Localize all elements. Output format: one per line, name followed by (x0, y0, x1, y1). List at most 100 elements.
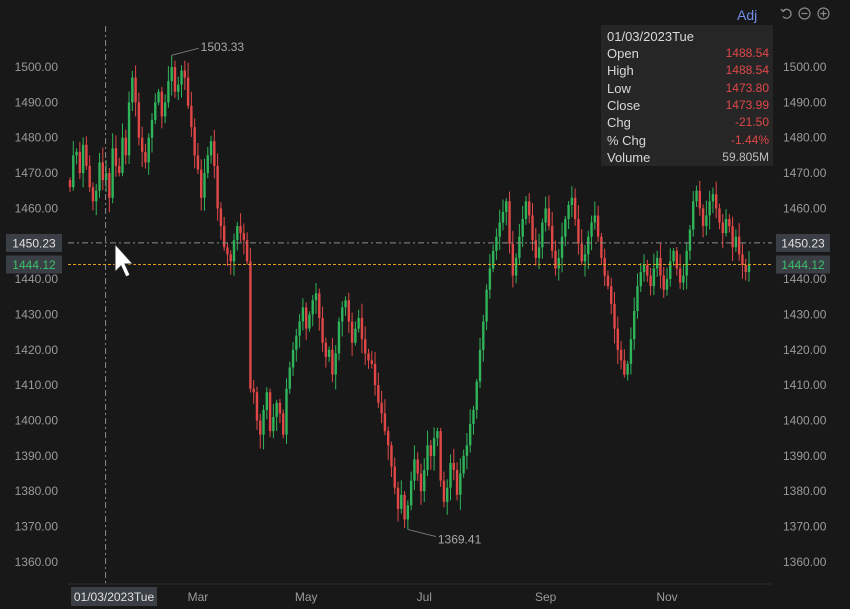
y-tick-label-right: 1400.00 (783, 414, 827, 428)
candle-body (498, 222, 501, 237)
candle-body (360, 317, 364, 340)
y-tick-label-left: 1390.00 (15, 449, 59, 463)
y-tick-label-right: 1490.00 (783, 95, 827, 109)
candle-body (150, 120, 154, 138)
candle-body (98, 162, 101, 191)
x-tick-label: Jul (417, 590, 432, 604)
undo-icon[interactable] (780, 7, 793, 20)
candle-body (183, 70, 187, 78)
candle-body (672, 250, 675, 262)
candle-body (695, 190, 698, 202)
info-label: High (607, 63, 634, 79)
candle-body (632, 310, 636, 340)
y-tick-label-right: 1500.00 (783, 60, 827, 74)
candle-body (295, 335, 298, 350)
candle-body (701, 208, 705, 227)
candle-body (386, 431, 390, 446)
candle-body (173, 67, 177, 92)
candle-body (741, 254, 744, 265)
candle-body (705, 215, 708, 227)
zoom-out-icon[interactable] (798, 7, 811, 20)
candle-body (564, 219, 567, 237)
candle-body (718, 208, 721, 223)
info-value: 1473.99 (725, 97, 769, 112)
candle-body (600, 236, 603, 258)
info-label: Chg (607, 115, 631, 131)
info-row-close: Close 1473.99 (607, 98, 769, 115)
info-label: Open (607, 46, 639, 61)
candle-body (714, 194, 718, 209)
candle-body (216, 165, 219, 209)
candle-body (304, 307, 308, 329)
candle-body (682, 275, 685, 283)
candle-body (127, 102, 131, 156)
crosshair-price-label-left: 1450.23 (12, 236, 56, 250)
candle-body (167, 81, 170, 103)
y-tick-label-right: 1360.00 (783, 555, 827, 569)
candle-body (180, 70, 183, 85)
candle-body (675, 250, 679, 269)
x-tick-label: Nov (656, 590, 677, 604)
y-tick-label-left: 1420.00 (15, 343, 59, 357)
candle-body (678, 268, 682, 283)
candle-body (610, 286, 613, 304)
candle-body (68, 180, 72, 188)
candle-body (747, 264, 751, 273)
candle-body (177, 84, 180, 92)
y-tick-label-left: 1480.00 (15, 131, 59, 145)
candle-body (491, 250, 495, 269)
candle-body (692, 201, 695, 230)
candle-body (613, 303, 616, 329)
candle-body (209, 141, 213, 156)
candle-body (318, 293, 321, 318)
y-tick-label-left: 1410.00 (15, 378, 59, 392)
candle-body (249, 261, 252, 389)
candle-body (193, 127, 196, 156)
candle-body (341, 307, 344, 322)
info-date: 01/03/2023Tue (607, 29, 694, 44)
candle-body (275, 402, 278, 417)
y-tick-label-left: 1470.00 (15, 166, 59, 180)
info-row-chg: % Chg -1.44% (607, 133, 769, 150)
candle-body (308, 314, 311, 329)
candle-body (370, 360, 373, 364)
candle-body (298, 321, 301, 336)
candle-body (219, 208, 223, 227)
candle-body (393, 466, 396, 488)
candle-body (213, 141, 216, 166)
candle-body (154, 102, 157, 121)
candle-body (314, 293, 318, 301)
candle-body (242, 233, 246, 241)
candle-body (567, 204, 570, 220)
candle-body (262, 409, 265, 435)
candle-body (659, 257, 662, 276)
info-label: Low (607, 80, 631, 96)
candle-body (429, 445, 433, 456)
candle-body (728, 219, 731, 227)
candle-body (580, 243, 583, 262)
candle-body (528, 201, 531, 216)
candle-body (72, 155, 75, 188)
y-tick-label-right: 1420.00 (783, 343, 827, 357)
candle-body (505, 201, 508, 212)
candle-body (511, 243, 515, 276)
last-price-label-right: 1444.12 (781, 258, 825, 272)
candle-body (554, 250, 557, 269)
y-tick-label-right: 1390.00 (783, 449, 827, 463)
candle-body (400, 494, 403, 509)
candle-body (462, 455, 465, 474)
y-tick-label-right: 1460.00 (783, 201, 827, 215)
info-value: 59.805M (722, 149, 769, 164)
x-tick-label: Mar (188, 590, 209, 604)
candle-body (432, 438, 436, 456)
candle-body (252, 388, 255, 393)
adj-toggle[interactable]: Adj (737, 7, 757, 23)
candle-body (239, 226, 242, 234)
y-tick-label-right: 1370.00 (783, 520, 827, 534)
info-label: % Chg (607, 132, 647, 148)
candle-body (550, 226, 554, 251)
zoom-in-icon[interactable] (817, 7, 830, 20)
candle-body (518, 236, 521, 258)
y-tick-label-right: 1440.00 (783, 272, 827, 286)
candle-body (160, 91, 164, 117)
